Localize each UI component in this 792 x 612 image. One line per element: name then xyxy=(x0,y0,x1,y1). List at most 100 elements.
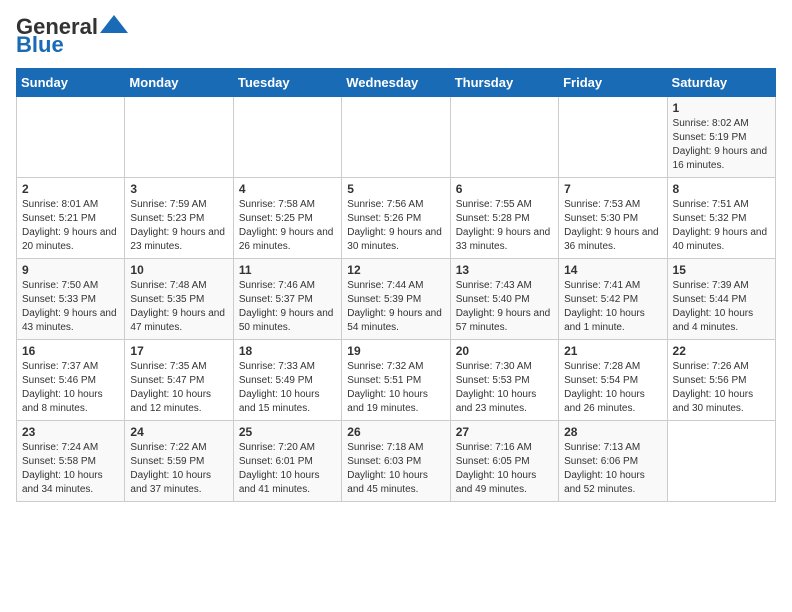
calendar-day-cell: 9 Sunrise: 7:50 AM Sunset: 5:33 PM Daylig… xyxy=(17,259,125,340)
calendar-day-cell xyxy=(559,97,667,178)
calendar-day-cell: 19Sunrise: 7:32 AM Sunset: 5:51 PM Dayli… xyxy=(342,340,450,421)
day-number: 2 xyxy=(22,182,119,196)
day-info: Sunrise: 7:41 AM Sunset: 5:42 PM Dayligh… xyxy=(564,279,661,335)
day-number: 3 xyxy=(130,182,227,196)
calendar-day-cell: 24 Sunrise: 7:22 AM Sunset: 5:59 PM Dayli… xyxy=(125,421,233,502)
day-info: Sunrise: 7:56 AM Sunset: 5:26 PM Dayligh… xyxy=(347,198,444,254)
day-number: 9 xyxy=(22,263,119,277)
calendar-day-cell: 20 Sunrise: 7:30 AM Sunset: 5:53 PM Dayli… xyxy=(450,340,558,421)
calendar-day-cell xyxy=(17,97,125,178)
calendar-day-cell: 15 Sunrise: 7:39 AM Sunset: 5:44 PM Dayli… xyxy=(667,259,775,340)
day-number: 27 xyxy=(456,425,553,439)
day-info: Sunrise: 7:32 AM Sunset: 5:51 PM Dayligh… xyxy=(347,360,444,416)
calendar-day-cell: 5 Sunrise: 7:56 AM Sunset: 5:26 PM Daylig… xyxy=(342,178,450,259)
calendar-day-cell xyxy=(233,97,341,178)
calendar-day-cell: 10 Sunrise: 7:48 AM Sunset: 5:35 PM Dayli… xyxy=(125,259,233,340)
calendar-day-cell: 18 Sunrise: 7:33 AM Sunset: 5:49 PM Dayli… xyxy=(233,340,341,421)
day-number: 1 xyxy=(673,101,770,115)
day-number: 26 xyxy=(347,425,444,439)
day-number: 17 xyxy=(130,344,227,358)
day-info: Sunrise: 7:24 AM Sunset: 5:58 PM Dayligh… xyxy=(22,441,119,497)
day-number: 23 xyxy=(22,425,119,439)
day-info: Sunrise: 7:39 AM Sunset: 5:44 PM Dayligh… xyxy=(673,279,770,335)
day-info: Sunrise: 7:46 AM Sunset: 5:37 PM Dayligh… xyxy=(239,279,336,335)
logo-icon xyxy=(100,15,128,33)
day-number: 14 xyxy=(564,263,661,277)
day-number: 11 xyxy=(239,263,336,277)
day-info: Sunrise: 7:28 AM Sunset: 5:54 PM Dayligh… xyxy=(564,360,661,416)
day-of-week-header: Tuesday xyxy=(233,69,341,97)
logo: General Blue xyxy=(16,16,128,56)
day-info: Sunrise: 7:59 AM Sunset: 5:23 PM Dayligh… xyxy=(130,198,227,254)
calendar-week-row: 23 Sunrise: 7:24 AM Sunset: 5:58 PM Dayli… xyxy=(17,421,776,502)
calendar-day-cell: 22Sunrise: 7:26 AM Sunset: 5:56 PM Dayli… xyxy=(667,340,775,421)
logo-blue: Blue xyxy=(16,34,64,56)
day-number: 20 xyxy=(456,344,553,358)
day-of-week-header: Monday xyxy=(125,69,233,97)
day-number: 16 xyxy=(22,344,119,358)
day-info: Sunrise: 7:35 AM Sunset: 5:47 PM Dayligh… xyxy=(130,360,227,416)
calendar-day-cell xyxy=(125,97,233,178)
day-info: Sunrise: 7:43 AM Sunset: 5:40 PM Dayligh… xyxy=(456,279,553,335)
page-header: General Blue xyxy=(16,16,776,56)
day-number: 21 xyxy=(564,344,661,358)
day-info: Sunrise: 7:58 AM Sunset: 5:25 PM Dayligh… xyxy=(239,198,336,254)
calendar-day-cell: 27 Sunrise: 7:16 AM Sunset: 6:05 PM Dayli… xyxy=(450,421,558,502)
day-number: 10 xyxy=(130,263,227,277)
calendar-day-cell: 13Sunrise: 7:43 AM Sunset: 5:40 PM Dayli… xyxy=(450,259,558,340)
calendar-day-cell: 1 Sunrise: 8:02 AM Sunset: 5:19 PM Daylig… xyxy=(667,97,775,178)
day-info: Sunrise: 7:44 AM Sunset: 5:39 PM Dayligh… xyxy=(347,279,444,335)
day-of-week-header: Thursday xyxy=(450,69,558,97)
calendar-day-cell: 21 Sunrise: 7:28 AM Sunset: 5:54 PM Dayli… xyxy=(559,340,667,421)
day-info: Sunrise: 7:22 AM Sunset: 5:59 PM Dayligh… xyxy=(130,441,227,497)
calendar-week-row: 2 Sunrise: 8:01 AM Sunset: 5:21 PM Daylig… xyxy=(17,178,776,259)
day-number: 5 xyxy=(347,182,444,196)
day-number: 22 xyxy=(673,344,770,358)
day-info: Sunrise: 7:51 AM Sunset: 5:32 PM Dayligh… xyxy=(673,198,770,254)
day-info: Sunrise: 7:48 AM Sunset: 5:35 PM Dayligh… xyxy=(130,279,227,335)
day-info: Sunrise: 7:33 AM Sunset: 5:49 PM Dayligh… xyxy=(239,360,336,416)
day-number: 8 xyxy=(673,182,770,196)
calendar-day-cell: 6 Sunrise: 7:55 AM Sunset: 5:28 PM Daylig… xyxy=(450,178,558,259)
calendar-day-cell xyxy=(342,97,450,178)
calendar-week-row: 9 Sunrise: 7:50 AM Sunset: 5:33 PM Daylig… xyxy=(17,259,776,340)
day-info: Sunrise: 7:55 AM Sunset: 5:28 PM Dayligh… xyxy=(456,198,553,254)
calendar-day-cell: 8 Sunrise: 7:51 AM Sunset: 5:32 PM Daylig… xyxy=(667,178,775,259)
day-info: Sunrise: 7:50 AM Sunset: 5:33 PM Dayligh… xyxy=(22,279,119,335)
day-number: 18 xyxy=(239,344,336,358)
calendar-day-cell: 3 Sunrise: 7:59 AM Sunset: 5:23 PM Daylig… xyxy=(125,178,233,259)
day-info: Sunrise: 7:18 AM Sunset: 6:03 PM Dayligh… xyxy=(347,441,444,497)
day-info: Sunrise: 7:30 AM Sunset: 5:53 PM Dayligh… xyxy=(456,360,553,416)
day-of-week-header: Saturday xyxy=(667,69,775,97)
day-of-week-header: Sunday xyxy=(17,69,125,97)
day-number: 4 xyxy=(239,182,336,196)
calendar-table: SundayMondayTuesdayWednesdayThursdayFrid… xyxy=(16,68,776,502)
calendar-day-cell: 7Sunrise: 7:53 AM Sunset: 5:30 PM Daylig… xyxy=(559,178,667,259)
calendar-day-cell: 2 Sunrise: 8:01 AM Sunset: 5:21 PM Daylig… xyxy=(17,178,125,259)
day-number: 12 xyxy=(347,263,444,277)
calendar-day-cell: 16 Sunrise: 7:37 AM Sunset: 5:46 PM Dayli… xyxy=(17,340,125,421)
day-number: 24 xyxy=(130,425,227,439)
day-of-week-header: Friday xyxy=(559,69,667,97)
day-info: Sunrise: 8:02 AM Sunset: 5:19 PM Dayligh… xyxy=(673,117,770,173)
calendar-day-cell: 25Sunrise: 7:20 AM Sunset: 6:01 PM Dayli… xyxy=(233,421,341,502)
day-info: Sunrise: 8:01 AM Sunset: 5:21 PM Dayligh… xyxy=(22,198,119,254)
calendar-day-cell: 12 Sunrise: 7:44 AM Sunset: 5:39 PM Dayli… xyxy=(342,259,450,340)
calendar-day-cell: 4 Sunrise: 7:58 AM Sunset: 5:25 PM Daylig… xyxy=(233,178,341,259)
calendar-week-row: 1 Sunrise: 8:02 AM Sunset: 5:19 PM Daylig… xyxy=(17,97,776,178)
day-number: 6 xyxy=(456,182,553,196)
calendar-day-cell xyxy=(450,97,558,178)
day-number: 28 xyxy=(564,425,661,439)
calendar-day-cell xyxy=(667,421,775,502)
calendar-day-cell: 23 Sunrise: 7:24 AM Sunset: 5:58 PM Dayli… xyxy=(17,421,125,502)
day-number: 7 xyxy=(564,182,661,196)
day-info: Sunrise: 7:16 AM Sunset: 6:05 PM Dayligh… xyxy=(456,441,553,497)
calendar-day-cell: 28Sunrise: 7:13 AM Sunset: 6:06 PM Dayli… xyxy=(559,421,667,502)
calendar-week-row: 16 Sunrise: 7:37 AM Sunset: 5:46 PM Dayli… xyxy=(17,340,776,421)
calendar-day-cell: 11 Sunrise: 7:46 AM Sunset: 5:37 PM Dayli… xyxy=(233,259,341,340)
calendar-day-cell: 17 Sunrise: 7:35 AM Sunset: 5:47 PM Dayli… xyxy=(125,340,233,421)
day-number: 15 xyxy=(673,263,770,277)
calendar-day-cell: 26 Sunrise: 7:18 AM Sunset: 6:03 PM Dayli… xyxy=(342,421,450,502)
day-number: 25 xyxy=(239,425,336,439)
day-info: Sunrise: 7:37 AM Sunset: 5:46 PM Dayligh… xyxy=(22,360,119,416)
